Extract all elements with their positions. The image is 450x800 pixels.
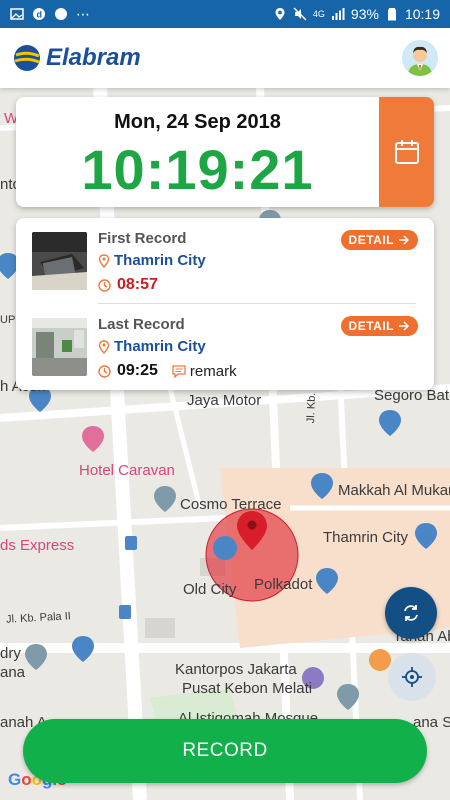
calendar-button[interactable] [379, 97, 434, 207]
calendar-icon [394, 140, 419, 164]
comment-icon [172, 364, 186, 378]
map-label-dry: dry [0, 645, 21, 662]
first-record-row: First Record Thamrin City 08:57 DETAIL [16, 224, 434, 304]
last-record-time: 09:25 remark [98, 362, 237, 380]
last-record-detail-button[interactable]: DETAIL [340, 316, 418, 336]
mute-icon [293, 7, 307, 21]
map-label-makkah: Makkah Al Mukar [338, 482, 450, 499]
first-record-time-text: 08:57 [117, 276, 158, 293]
signal-icon [331, 8, 345, 20]
location-pin-icon [98, 253, 110, 268]
current-date: Mon, 24 Sep 2018 [114, 111, 281, 133]
last-record-title: Last Record [98, 316, 185, 333]
my-location-button[interactable] [388, 653, 436, 701]
map-label-hotel-caravan: Hotel Caravan [79, 462, 175, 479]
remark-text: remark [189, 362, 237, 380]
map-label-thamrin-city: Thamrin City [323, 529, 409, 546]
arrow-right-icon [399, 235, 410, 245]
map-label-kantorpos-1: Kantorpos Jakarta [175, 661, 297, 678]
elabram-logo: Elabram [12, 43, 141, 73]
image-icon [10, 8, 24, 20]
refresh-location-button[interactable] [385, 587, 437, 639]
last-record-photo[interactable] [32, 318, 87, 376]
records-card: First Record Thamrin City 08:57 DETAIL L… [16, 218, 434, 390]
more-notifications-icon: ⋯ [76, 5, 90, 22]
cash-app-icon [55, 8, 67, 20]
logo-text: Elabram [46, 44, 141, 71]
clock-icon [98, 364, 111, 378]
avatar[interactable] [402, 40, 438, 76]
location-icon [275, 8, 285, 20]
elabram-logo-icon [14, 45, 40, 71]
records-divider [98, 303, 416, 304]
first-record-title: First Record [98, 230, 187, 247]
map-label-jaya-motor: Jaya Motor [187, 392, 262, 409]
network-type: 4G [312, 9, 325, 19]
status-bar: d ⋯ 4G 93% 10:19 [0, 0, 450, 28]
map-label-up: UP [0, 314, 16, 326]
map-label-ana: ana [0, 664, 26, 681]
clock-icon [98, 278, 111, 292]
last-record-time-text: 09:25 [117, 362, 158, 379]
map-label-kantorpos-2: Pusat Kebon Melati [182, 680, 313, 697]
refresh-icon [404, 605, 418, 621]
first-record-photo[interactable] [32, 232, 87, 290]
d-app-icon: d [33, 8, 45, 20]
battery-icon [387, 8, 396, 21]
map-label-old-city: Old City [183, 581, 237, 598]
arrow-right-icon [399, 321, 410, 331]
time-card: Mon, 24 Sep 2018 10:19:21 [16, 97, 434, 207]
current-clock: 10:19:21 [81, 138, 314, 201]
record-button[interactable]: RECORD [23, 719, 427, 783]
last-record-row: Last Record Thamrin City 09:25 remark DE… [16, 310, 434, 390]
first-record-location: Thamrin City [98, 252, 206, 269]
first-record-time: 08:57 [98, 276, 158, 294]
map-label-polkadot: Polkadot [254, 576, 313, 593]
svg-text:d: d [37, 10, 43, 20]
last-record-location-text: Thamrin City [114, 338, 206, 355]
detail-label: DETAIL [348, 233, 394, 247]
location-pin-icon [98, 339, 110, 354]
last-record-location: Thamrin City [98, 338, 206, 355]
first-record-detail-button[interactable]: DETAIL [340, 230, 418, 250]
status-time: 10:19 [404, 6, 440, 22]
map-label-cosmo-terrace: Cosmo Terrace [180, 496, 282, 513]
map-label-ds-express: ds Express [0, 537, 75, 554]
app-header: Elabram [0, 28, 450, 88]
detail-label: DETAIL [348, 319, 394, 333]
battery-percent: 93% [350, 6, 379, 22]
last-record-remark[interactable]: remark [172, 363, 237, 380]
crosshair-icon [402, 667, 422, 687]
first-record-location-text: Thamrin City [114, 252, 206, 269]
